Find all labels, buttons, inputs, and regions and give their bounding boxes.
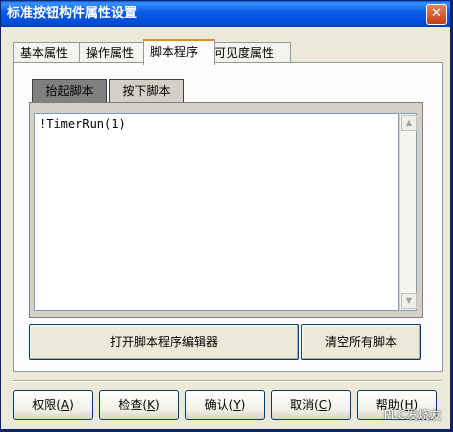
tab-press-script[interactable]: 按下脚本: [109, 79, 184, 103]
footer-separator: [13, 380, 441, 382]
tab-operation-properties[interactable]: 操作属性: [79, 42, 151, 63]
window-title: 标准按钮构件属性设置: [7, 6, 138, 21]
properties-dialog: 标准按钮构件属性设置 ✕ 基本属性 操作属性 脚本程序 可见度属性 抬起脚本 按…: [0, 0, 453, 432]
cancel-button[interactable]: 取消(C): [271, 390, 351, 420]
clear-all-scripts-button[interactable]: 清空所有脚本: [301, 324, 421, 360]
scroll-down-arrow-icon[interactable]: ▼: [401, 293, 417, 309]
tab-basic-properties[interactable]: 基本属性: [13, 42, 85, 63]
close-icon[interactable]: ✕: [426, 4, 447, 25]
tab-visibility-properties[interactable]: 可见度属性: [207, 42, 291, 63]
script-editor[interactable]: !TimerRun(1): [34, 113, 399, 311]
tab-script-program[interactable]: 脚本程序: [143, 39, 215, 65]
watermark: PLC发烧友: [383, 408, 442, 422]
open-script-editor-button[interactable]: 打开脚本程序编辑器: [29, 324, 299, 360]
confirm-button[interactable]: 确认(Y): [185, 390, 265, 420]
title-bar[interactable]: 标准按钮构件属性设置 ✕: [1, 1, 450, 27]
editor-scrollbar[interactable]: ▲ ▼: [400, 113, 417, 311]
permissions-button[interactable]: 权限(A): [13, 390, 93, 420]
tab-release-script[interactable]: 抬起脚本: [32, 79, 107, 102]
check-button[interactable]: 检查(K): [99, 390, 179, 420]
scroll-up-arrow-icon[interactable]: ▲: [401, 115, 417, 131]
